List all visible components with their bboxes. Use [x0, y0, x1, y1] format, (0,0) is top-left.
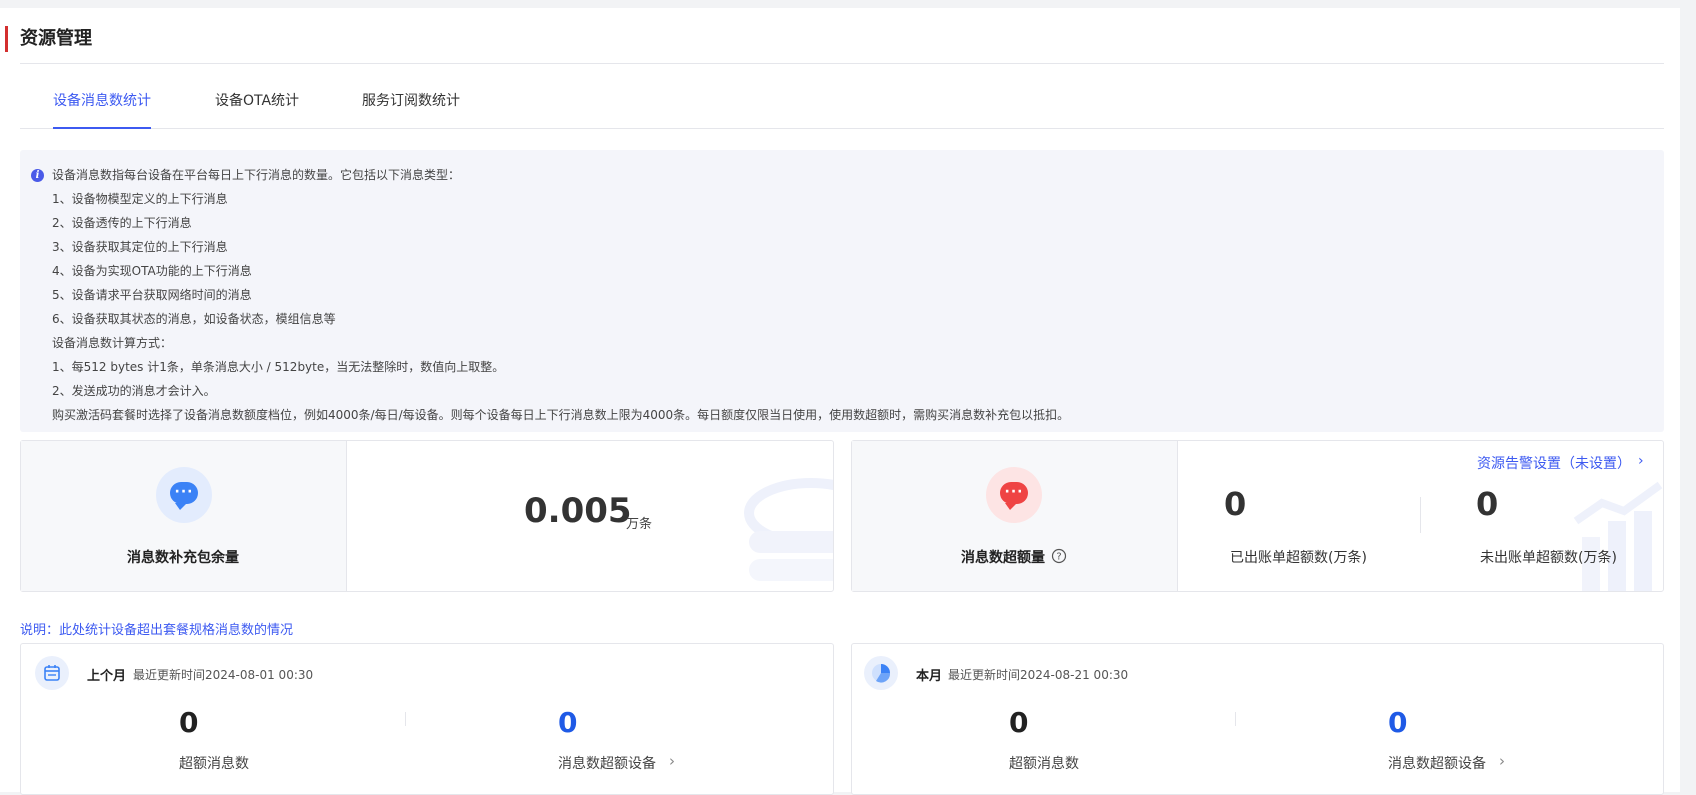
notice-line: 购买激活码套餐时选择了设备消息数额度档位，例如4000条/每日/每设备。则每个设… [52, 408, 1070, 422]
notice-line: 1、设备物模型定义的上下行消息 [52, 192, 228, 206]
tab-service-subscriptions[interactable]: 服务订阅数统计 [362, 78, 460, 127]
chevron-right-icon[interactable]: › [669, 752, 675, 770]
resource-panel: 资源管理 设备消息数统计 设备OTA统计 服务订阅数统计 i 设备消息数指每台设… [0, 8, 1680, 795]
calendar-icon [35, 656, 69, 690]
divider [20, 63, 1664, 64]
supplement-unit: 万条 [626, 517, 653, 532]
tab-bar: 设备消息数统计 设备OTA统计 服务订阅数统计 [20, 78, 1664, 129]
divider [1420, 497, 1421, 533]
notice-line: 6、设备获取其状态的消息，如设备状态，模组信息等 [52, 312, 336, 326]
note-text: 说明：此处统计设备超出套餐规格消息数的情况 [20, 623, 294, 638]
tab-device-messages[interactable]: 设备消息数统计 [53, 78, 151, 129]
notice-line: 2、设备透传的上下行消息 [52, 216, 192, 230]
last-month-title: 上个月 [87, 669, 127, 684]
title-accent-bar [5, 26, 8, 52]
page-title: 资源管理 [20, 28, 92, 49]
coins-decoration-icon [744, 478, 833, 581]
divider [1235, 712, 1236, 726]
notice-line: 1、每512 bytes 计1条，单条消息大小 / 512byte，当无法整除时… [52, 360, 505, 374]
this-month-card: 本月 最近更新时间2024-08-21 00:30 0 超额消息数 0 消息数超… [851, 643, 1664, 795]
chart-decoration-icon [1573, 481, 1663, 591]
last-month-overage-count: 0 [179, 706, 199, 739]
notice-line: 2、发送成功的消息才会计入。 [52, 384, 216, 398]
question-circle-icon[interactable]: ? [1051, 548, 1067, 564]
svg-text:?: ? [1056, 552, 1061, 563]
notice-line: 设备消息数计算方式： [52, 336, 173, 350]
overage-card: ··· 消息数超额量 ? 资源告警设置（未设置） › 0 已出账单超额数(万条)… [851, 440, 1664, 592]
billed-overage-value: 0 [1224, 485, 1247, 523]
last-month-updated: 最近更新时间2024-08-01 00:30 [133, 668, 314, 682]
overage-label: 消息数超额量 [961, 550, 1045, 566]
supplement-icon-cell: ··· 消息数补充包余量 [21, 441, 347, 591]
last-month-devices-count[interactable]: 0 [558, 706, 577, 739]
supplement-value: 0.005 [524, 491, 632, 531]
alarm-settings-link[interactable]: 资源告警设置（未设置） [1477, 453, 1631, 473]
supplement-card: ··· 消息数补充包余量 0.005 万条 [20, 440, 834, 592]
this-month-overage-label: 超额消息数 [1009, 756, 1079, 772]
unbilled-overage-value: 0 [1476, 485, 1499, 523]
pie-chart-icon [864, 656, 898, 690]
last-month-devices-link[interactable]: 消息数超额设备 [558, 753, 656, 773]
last-month-card: 上个月 最近更新时间2024-08-01 00:30 0 超额消息数 0 消息数… [20, 643, 834, 795]
message-bubble-icon: ··· [986, 467, 1042, 523]
last-month-overage-label: 超额消息数 [179, 756, 249, 772]
info-icon: i [31, 169, 44, 182]
notice-line: 4、设备为实现OTA功能的上下行消息 [52, 264, 252, 278]
chevron-right-icon[interactable]: › [1638, 453, 1644, 469]
overage-icon-cell: ··· 消息数超额量 ? [852, 441, 1178, 591]
notice-line: 3、设备获取其定位的上下行消息 [52, 240, 228, 254]
tab-device-ota[interactable]: 设备OTA统计 [215, 78, 299, 127]
notice-line: 5、设备请求平台获取网络时间的消息 [52, 288, 252, 302]
notice-line: 设备消息数指每台设备在平台每日上下行消息的数量。它包括以下消息类型： [52, 168, 461, 182]
this-month-devices-count[interactable]: 0 [1388, 706, 1407, 739]
billed-overage-label: 已出账单超额数(万条) [1230, 550, 1367, 566]
this-month-devices-link[interactable]: 消息数超额设备 [1388, 753, 1486, 773]
this-month-updated: 最近更新时间2024-08-21 00:30 [948, 668, 1129, 682]
info-notice: i 设备消息数指每台设备在平台每日上下行消息的数量。它包括以下消息类型： 1、设… [20, 150, 1664, 432]
message-bubble-icon: ··· [156, 467, 212, 523]
chevron-right-icon[interactable]: › [1499, 752, 1505, 770]
supplement-label: 消息数补充包余量 [127, 550, 239, 566]
unbilled-overage-label: 未出账单超额数(万条) [1480, 550, 1617, 566]
this-month-title: 本月 [916, 669, 943, 684]
divider [405, 712, 406, 726]
this-month-overage-count: 0 [1009, 706, 1029, 739]
